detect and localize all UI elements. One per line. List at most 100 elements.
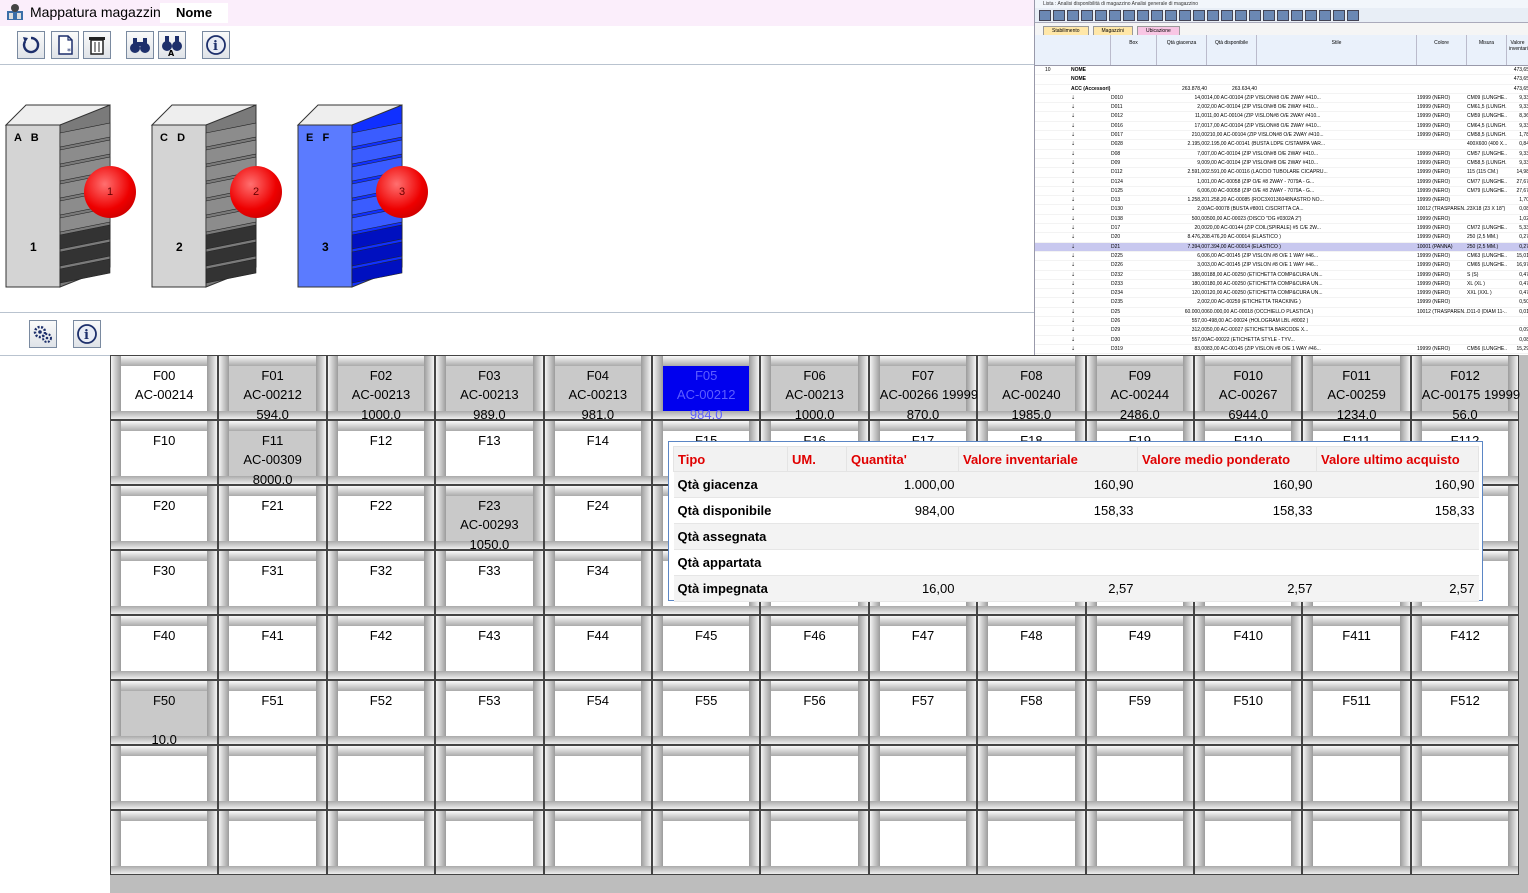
list-row[interactable]: ⇣ D028 2.195,00 2.195,00 AC-00141 (BUSTA LD…: [1035, 140, 1528, 150]
grid-cell-f58[interactable]: F58: [977, 680, 1086, 745]
tool-icon[interactable]: [1277, 9, 1289, 21]
grid-cell-f59[interactable]: F59: [1085, 680, 1194, 745]
grid-cell-f12[interactable]: F12: [326, 420, 436, 485]
grid-cell-f42[interactable]: F42: [326, 615, 436, 680]
grid-cell-f05[interactable]: F05 AC-00212 984.0: [652, 355, 761, 422]
new-document-button[interactable]: *: [51, 31, 79, 59]
list-row[interactable]: ⇣ D226 3,00 3,00 AC-00145 (ZIP VISLON #8 O/…: [1035, 261, 1528, 271]
list-row[interactable]: ⇣ D225 6,00 6,00 AC-00145 (ZIP VISLON #8 O/…: [1035, 252, 1528, 262]
tool-icon[interactable]: [1319, 9, 1331, 21]
grid-cell[interactable]: [1194, 745, 1303, 810]
list-row[interactable]: ⇣ D09 9,00 9,00 AC-00104 (ZIP VISLON#8 O/E …: [1035, 159, 1528, 169]
grid-cell[interactable]: [1302, 810, 1411, 875]
tab-stabilimento[interactable]: Stabilimento: [1043, 26, 1089, 35]
tool-icon[interactable]: [1333, 9, 1345, 21]
tool-icon[interactable]: [1347, 9, 1359, 21]
list-row[interactable]: ⇣ D13 1.258,20 1.258,20 AC-00085 (ROC3X0136…: [1035, 196, 1528, 206]
grid-cell[interactable]: [652, 745, 761, 810]
grid-cell[interactable]: [218, 745, 327, 810]
grid-cell-f14[interactable]: F14: [543, 420, 652, 485]
list-row[interactable]: ⇣ D21 7.394,00 7.394,00 AC-00014 (ELASTICO …: [1035, 242, 1528, 252]
grid-cell[interactable]: [868, 810, 978, 875]
tool-icon[interactable]: [1235, 9, 1247, 21]
search-button[interactable]: [126, 31, 154, 59]
grid-cell-f011[interactable]: F011 AC-00259 1234.0: [1302, 355, 1411, 422]
column-qta-disponibile[interactable]: Qtà disponibile: [1207, 35, 1257, 65]
grid-cell-f510[interactable]: F510: [1194, 680, 1303, 745]
list-row[interactable]: ⇣ D233 180,00 180,00 AC-00250 (ETICHETTA CO…: [1035, 280, 1528, 290]
grid-cell[interactable]: [1085, 745, 1194, 810]
grid-cell-f31[interactable]: F31: [218, 550, 327, 615]
grid-cell[interactable]: [435, 745, 544, 810]
delete-button[interactable]: [83, 31, 111, 59]
grid-cell[interactable]: [977, 810, 1086, 875]
grid-cell-f55[interactable]: F55: [652, 680, 761, 745]
list-row[interactable]: ⇣ D011 2,00 2,00 AC-00104 (ZIP VISLON#8 O/E…: [1035, 103, 1528, 113]
grid-cell[interactable]: [652, 810, 761, 875]
grid-cell[interactable]: [218, 810, 327, 875]
tool-icon[interactable]: [1291, 9, 1303, 21]
tool-icon[interactable]: [1123, 9, 1135, 21]
rack-marker[interactable]: 3: [376, 166, 428, 218]
list-row[interactable]: ⇣ D232 188,00 188,00 AC-00250 (ETICHETTA CO…: [1035, 271, 1528, 280]
grid-cell-f411[interactable]: F411: [1302, 615, 1411, 680]
list-row[interactable]: ⇣ D012 11,00 11,00 AC-00104 (ZIP VISLON#8 O…: [1035, 112, 1528, 122]
settings-button[interactable]: [29, 320, 57, 348]
grid-cell-f34[interactable]: F34: [543, 550, 652, 615]
grid-cell[interactable]: [1410, 745, 1520, 810]
grid-cell[interactable]: [110, 745, 219, 810]
list-row[interactable]: ⇣ D010 14,00 14,00 AC-00104 (ZIP VISLON#8 O…: [1035, 94, 1528, 104]
grid-cell-f23[interactable]: F23 AC-00293 1050.0: [435, 485, 544, 552]
grid-info-button[interactable]: i: [73, 320, 101, 348]
grid-cell-f13[interactable]: F13: [435, 420, 544, 485]
grid-cell-f20[interactable]: F20: [110, 485, 219, 550]
list-row[interactable]: ⇣ D016 17,00 17,00 AC-00104 (ZIP VISLON#8 O…: [1035, 122, 1528, 132]
grid-cell-f43[interactable]: F43: [435, 615, 544, 680]
grid-cell[interactable]: [1410, 810, 1520, 875]
info-button[interactable]: i: [202, 31, 230, 59]
column-box[interactable]: Box: [1111, 35, 1157, 65]
list-row[interactable]: ⇣ D17 20,00 20,00 AC-00144 (ZIP COIL(SPIRAL…: [1035, 224, 1528, 234]
list-row[interactable]: ⇣ D235 2,00 2,00 AC-00259 (ETICHETTA TRACKI…: [1035, 298, 1528, 308]
rack-marker[interactable]: 2: [230, 166, 282, 218]
grid-cell-f44[interactable]: F44: [543, 615, 652, 680]
tool-icon[interactable]: [1053, 9, 1065, 21]
grid-cell-f50[interactable]: F50 10.0: [110, 680, 219, 747]
list-row[interactable]: ⇣ D234 120,00 120,00 AC-00250 (ETICHETTA CO…: [1035, 289, 1528, 299]
list-row[interactable]: ⇣ D112 2.591,00 2.591,00 AC-00116 (LACCIO T…: [1035, 168, 1528, 178]
list-row[interactable]: ⇣ D138 500,00 500,00 AC-00023 (DISCO "DG #0…: [1035, 215, 1528, 225]
column-misura[interactable]: Misura: [1467, 35, 1507, 65]
tool-icon[interactable]: [1109, 9, 1121, 21]
grid-cell[interactable]: [868, 745, 978, 810]
list-row[interactable]: ⇣ D08 7,00 7,00 AC-00104 (ZIP VISLON#8 O/E …: [1035, 150, 1528, 159]
grid-cell-f010[interactable]: F010 AC-00267 6944.0: [1194, 355, 1303, 422]
grid-cell-f512[interactable]: F512: [1410, 680, 1520, 745]
tool-icon[interactable]: [1221, 9, 1233, 21]
grid-cell-f21[interactable]: F21: [218, 485, 327, 550]
tool-icon[interactable]: [1193, 9, 1205, 21]
grid-cell-f54[interactable]: F54: [543, 680, 652, 745]
tool-icon[interactable]: [1067, 9, 1079, 21]
grid-cell-f02[interactable]: F02 AC-00213 1000.0: [326, 355, 436, 422]
grid-cell-f11[interactable]: F11 AC-00309 8000.0: [218, 420, 327, 487]
grid-cell-f32[interactable]: F32: [326, 550, 436, 615]
list-row[interactable]: ⇣ D319 83,00 83,00 AC-00145 (ZIP VISLON #8 …: [1035, 345, 1528, 355]
grid-cell-f33[interactable]: F33: [435, 550, 544, 615]
grid-cell-f410[interactable]: F410: [1194, 615, 1303, 680]
grid-cell-f511[interactable]: F511: [1302, 680, 1411, 745]
refresh-button[interactable]: [17, 31, 45, 59]
list-group-row[interactable]: 10 NOME 473,65: [1035, 66, 1528, 76]
column-qta-giacenza[interactable]: Qtà giacenza: [1157, 35, 1207, 65]
list-row[interactable]: ⇣ D017 210,00 210,00 AC-00104 (ZIP VISLON#8…: [1035, 131, 1528, 141]
list-row[interactable]: ⇣ D30 557,00 AC-00022 (ETICHETTA STYLE - TY…: [1035, 336, 1528, 345]
grid-cell-f57[interactable]: F57: [868, 680, 978, 745]
grid-cell-f04[interactable]: F04 AC-00213 981.0: [543, 355, 652, 422]
tool-icon[interactable]: [1165, 9, 1177, 21]
grid-cell-f01[interactable]: F01 AC-00212 594.0: [218, 355, 327, 422]
rack-marker[interactable]: 1: [84, 166, 136, 218]
grid-cell-f012[interactable]: F012 AC-00175 19999 56.0: [1410, 355, 1520, 422]
grid-cell[interactable]: [1302, 745, 1411, 810]
tab-ubicazione[interactable]: Ubicazione: [1137, 26, 1180, 35]
grid-cell-f07[interactable]: F07 AC-00266 19999 870.0: [868, 355, 978, 422]
name-field[interactable]: Nome: [160, 3, 228, 23]
